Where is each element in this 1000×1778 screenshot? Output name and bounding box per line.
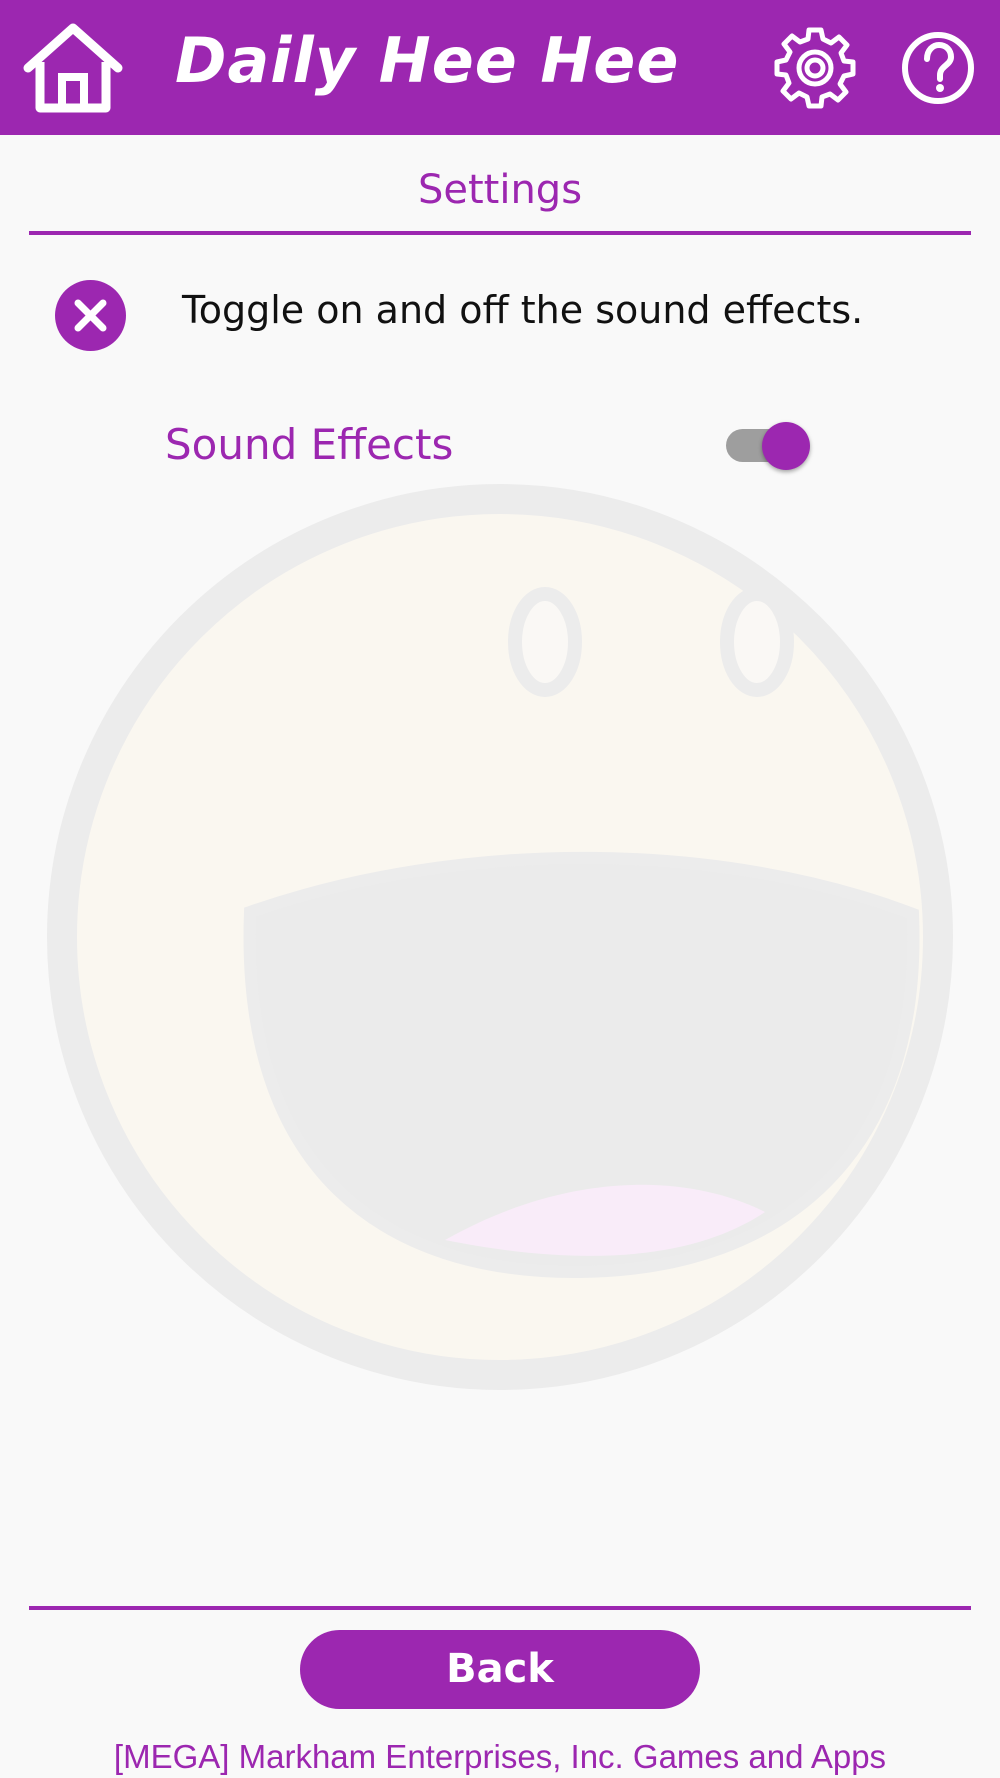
- sound-effects-label: Sound Effects: [165, 420, 454, 469]
- sound-effects-toggle[interactable]: [722, 418, 814, 472]
- footer-credit[interactable]: [MEGA] Markham Enterprises, Inc. Games a…: [0, 1735, 1000, 1778]
- laughing-face-watermark: [47, 484, 953, 1390]
- close-button[interactable]: [55, 280, 126, 351]
- app-title: Daily Hee Hee: [175, 24, 680, 97]
- close-icon: [74, 299, 107, 332]
- settings-button[interactable]: [772, 25, 858, 111]
- back-button[interactable]: Back: [300, 1630, 700, 1709]
- settings-hint: Toggle on and off the sound effects.: [182, 288, 864, 332]
- home-icon: [23, 23, 123, 113]
- help-button[interactable]: [900, 30, 976, 106]
- divider: [29, 1606, 971, 1610]
- toggle-knob: [762, 422, 810, 470]
- home-button[interactable]: [22, 22, 124, 116]
- settings-title: Settings: [417, 167, 583, 213]
- gear-icon: [774, 27, 856, 109]
- top-bar: Daily Hee Hee: [0, 0, 1000, 135]
- help-icon: [902, 32, 974, 104]
- divider: [29, 231, 971, 235]
